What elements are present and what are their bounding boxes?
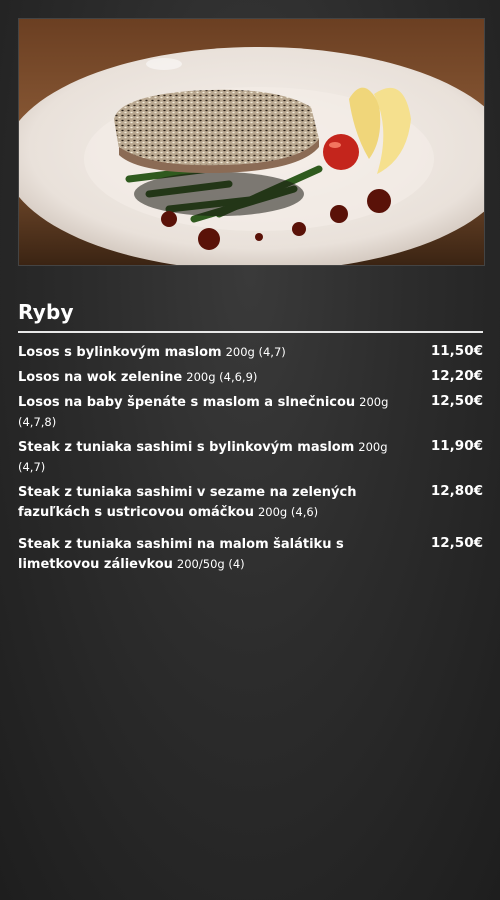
menu-item: Losos s bylinkovým maslom 200g (4,7) 11,… [18, 342, 483, 362]
menu-list: Losos s bylinkovým maslom 200g (4,7) 11,… [18, 342, 483, 574]
menu-item: Steak z tuniaka sashimi na malom šalátik… [18, 534, 483, 574]
item-price: 12,50€ [430, 393, 483, 409]
item-name: Losos na wok zelenine [18, 370, 183, 385]
item-name: Losos na baby špenáte s maslom a slnečni… [18, 395, 356, 410]
item-name: Losos s bylinkovým maslom [18, 345, 222, 360]
item-price: 12,50€ [430, 535, 483, 551]
item-price: 11,90€ [430, 438, 483, 454]
item-detail: 200g (4,6) [257, 505, 319, 519]
section-divider [18, 331, 483, 333]
menu-item: Steak z tuniaka sashimi s bylinkovým mas… [18, 437, 483, 477]
menu-item: Steak z tuniaka sashimi v sezame na zele… [18, 482, 483, 522]
menu-item: Losos na wok zelenine 200g (4,6,9) 12,20… [18, 367, 483, 387]
item-price: 11,50€ [430, 343, 483, 359]
menu-item: Losos na baby špenáte s maslom a slnečni… [18, 392, 483, 432]
item-detail: 200/50g (4) [176, 557, 245, 571]
dish-photo [18, 18, 485, 266]
item-price: 12,80€ [430, 483, 483, 499]
item-detail: 200g (4,6,9) [186, 370, 258, 384]
item-price: 12,20€ [430, 368, 483, 384]
section-title: Ryby [18, 300, 74, 324]
item-detail: 200g (4,7) [225, 345, 286, 359]
item-name: Steak z tuniaka sashimi s bylinkovým mas… [18, 440, 355, 455]
